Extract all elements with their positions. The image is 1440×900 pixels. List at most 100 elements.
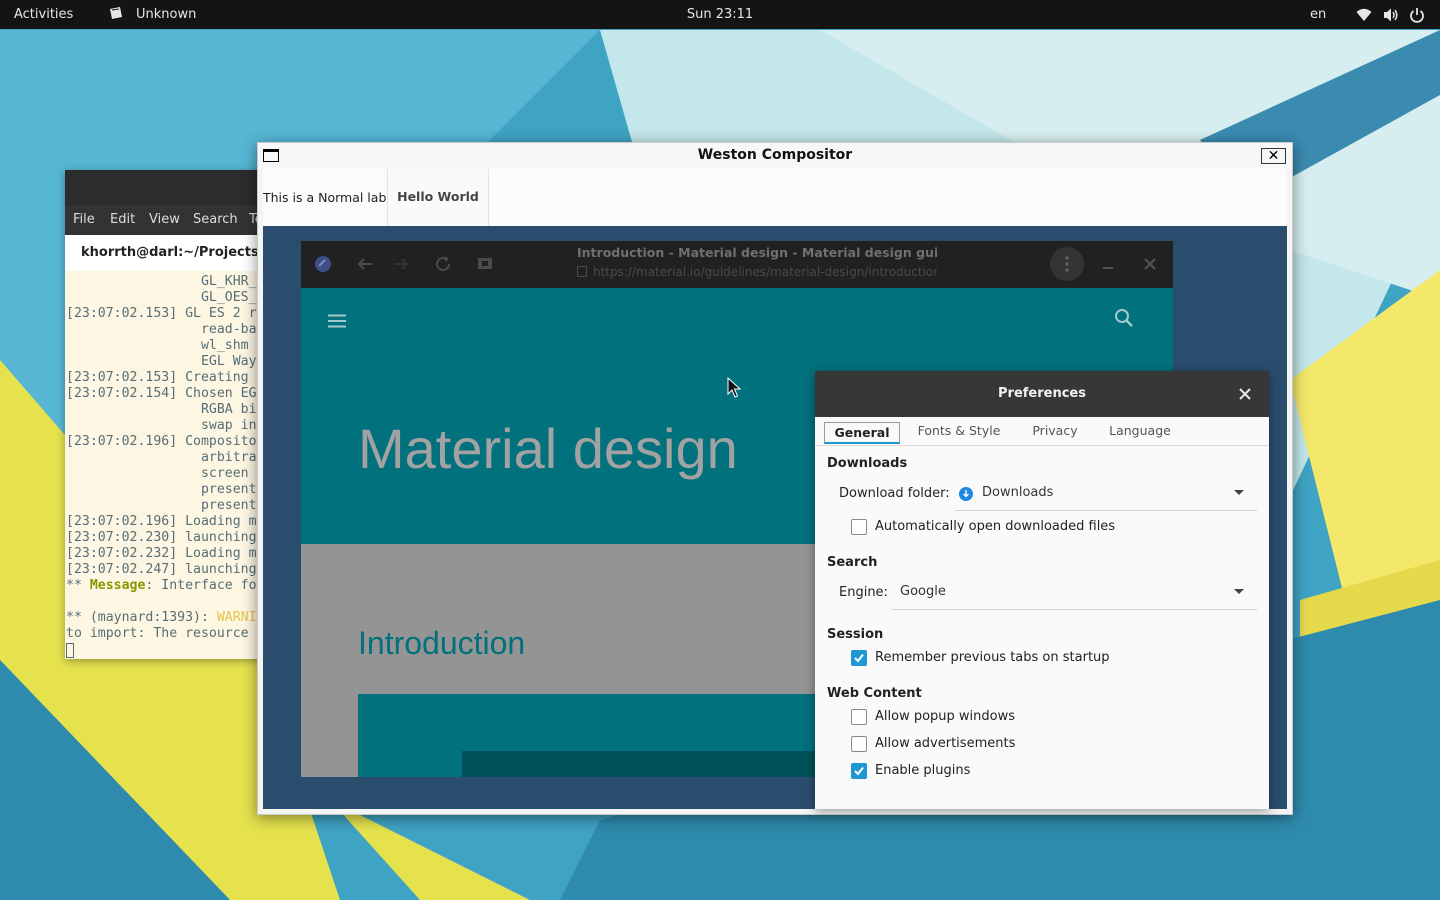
page-hero-title: Material design	[358, 417, 738, 480]
terminal-tab[interactable]: khorrth@darl:~/Projects/mi	[65, 235, 265, 271]
menu-view[interactable]: View	[149, 205, 180, 235]
bookmark-icon[interactable]	[476, 255, 494, 273]
hamburger-menu-icon[interactable]	[327, 314, 347, 328]
enable-plugins-checkbox[interactable]	[851, 763, 867, 779]
weston-toolbar: This is a Normal label Hello World	[263, 169, 1287, 226]
menu-edit[interactable]: Edit	[110, 205, 135, 235]
terminal-line: GL_OES_te	[66, 290, 265, 305]
terminal-line: swap inte	[66, 418, 265, 433]
app-menu-button[interactable]: Unknown	[136, 0, 196, 29]
browser-url[interactable]: https://material.io/guidelines/material-…	[577, 265, 937, 279]
download-folder-icon	[959, 487, 973, 501]
minimize-icon[interactable]	[1099, 255, 1117, 273]
download-folder-combo[interactable]: Downloads	[955, 477, 1257, 511]
session-heading: Session	[827, 627, 884, 642]
chevron-down-icon	[1234, 490, 1244, 495]
warning-keyword: WARNI	[216, 610, 257, 625]
terminal-line: [23:07:02.247] launching	[66, 562, 257, 577]
kebab-menu-icon	[1065, 256, 1069, 272]
auto-open-checkbox[interactable]	[851, 519, 867, 535]
forward-icon[interactable]	[392, 255, 410, 273]
terminal-window[interactable]: File Edit View Search Te khorrth@darl:~/…	[65, 170, 265, 659]
terminal-line: RGBA bits	[66, 402, 265, 417]
terminal-line: read-back	[66, 322, 265, 337]
preferences-tabs: General Fonts & Style Privacy Language	[815, 417, 1269, 446]
terminal-cursor	[66, 643, 74, 658]
clock-button[interactable]: Sun 23:11	[687, 7, 753, 22]
tab-fonts-style[interactable]: Fonts & Style	[913, 417, 1005, 444]
terminal-line: [23:07:02.196] Composito	[66, 434, 257, 449]
activities-button[interactable]: Activities	[14, 0, 73, 29]
weston-title: Weston Compositor	[697, 147, 853, 163]
terminal-line: [23:07:02.232] Loading m	[66, 546, 257, 561]
message-text: : Interface fo	[145, 578, 257, 593]
terminal-line: EGL Wayla	[66, 354, 265, 369]
allow-popups-label: Allow popup windows	[875, 709, 1016, 724]
message-prefix: **	[66, 578, 90, 593]
chevron-down-icon	[1234, 589, 1244, 594]
weston-titlebar[interactable]: Weston Compositor ✕	[258, 143, 1292, 169]
tab-general[interactable]: General	[824, 422, 900, 444]
download-folder-label: Download folder:	[839, 486, 950, 501]
terminal-line: [23:07:02.196] Loading m	[66, 514, 257, 529]
close-icon[interactable]	[1141, 255, 1159, 273]
volume-icon[interactable]	[1383, 7, 1399, 23]
terminal-line: wl_shm su	[66, 338, 265, 353]
clock-container: Sun 23:11	[0, 0, 1440, 29]
lock-icon	[577, 266, 587, 277]
browser-url-text: https://material.io/guidelines/material-…	[593, 265, 937, 279]
wifi-icon[interactable]	[1356, 7, 1372, 23]
mouse-pointer-icon	[727, 377, 741, 398]
web-content-heading: Web Content	[827, 686, 922, 701]
top-panel: Activities Unknown Sun 23:11 en	[0, 0, 1440, 29]
remember-tabs-label: Remember previous tabs on startup	[875, 650, 1110, 665]
terminal-line: [23:07:02.230] launching	[66, 530, 257, 545]
warning-prefix: ** (maynard:1393):	[66, 610, 217, 625]
search-engine-combo[interactable]: Google	[892, 576, 1257, 610]
browser-menu-button[interactable]	[1050, 247, 1084, 281]
terminal-line: GL_KHR_co	[66, 274, 265, 289]
terminal-titlebar[interactable]	[65, 170, 265, 205]
power-icon[interactable]	[1409, 7, 1425, 23]
language-indicator[interactable]: en	[1310, 0, 1326, 29]
terminal-line: presentat	[66, 482, 265, 497]
search-heading: Search	[827, 555, 878, 570]
terminal-line: [23:07:02.153] Creating	[66, 370, 249, 385]
app-menu-icon	[110, 7, 122, 19]
menu-file[interactable]: File	[73, 205, 95, 235]
menu-search[interactable]: Search	[193, 205, 238, 235]
remember-tabs-checkbox[interactable]	[851, 650, 867, 666]
close-icon[interactable]	[1237, 386, 1253, 402]
terminal-tab-title: khorrth@darl:~/Projects/mi	[81, 245, 265, 260]
allow-ads-checkbox[interactable]	[851, 736, 867, 752]
tab-privacy[interactable]: Privacy	[1027, 417, 1083, 444]
terminal-output[interactable]: GL_KHR_co GL_OES_te [23:07:02.153] GL ES…	[66, 274, 265, 658]
browser-headerbar[interactable]: Introduction - Material design - Materia…	[301, 241, 1173, 288]
terminal-line: screen ca	[66, 466, 265, 481]
close-button[interactable]: ✕	[1261, 148, 1286, 164]
engine-label: Engine:	[839, 585, 888, 600]
hello-world-button[interactable]: Hello World	[387, 169, 489, 226]
terminal-line: to import: The resource	[66, 626, 249, 641]
terminal-warning-line: ** (maynard:1393): WARNI	[66, 610, 265, 626]
reload-icon[interactable]	[434, 255, 452, 273]
terminal-line: arbitrary	[66, 450, 265, 465]
browser-logo-icon	[315, 256, 331, 272]
preferences-headerbar[interactable]: Preferences	[815, 371, 1269, 417]
preferences-dialog[interactable]: Preferences General Fonts & Style Privac…	[815, 371, 1269, 809]
tab-language[interactable]: Language	[1105, 417, 1175, 444]
normal-label: This is a Normal label	[263, 190, 398, 205]
search-icon[interactable]	[1114, 308, 1134, 328]
back-icon[interactable]	[356, 255, 374, 273]
section-heading: Introduction	[358, 625, 526, 661]
terminal-menubar: File Edit View Search Te	[65, 205, 265, 235]
terminal-line: presentat	[66, 498, 265, 513]
browser-page-title: Introduction - Material design - Materia…	[577, 245, 937, 260]
search-engine-value: Google	[900, 584, 946, 599]
allow-ads-label: Allow advertisements	[875, 736, 1016, 751]
allow-popups-checkbox[interactable]	[851, 709, 867, 725]
terminal-message-line: ** Message: Interface fo	[66, 578, 265, 594]
download-folder-value: Downloads	[982, 485, 1054, 500]
terminal-line: [23:07:02.153] GL ES 2 r	[66, 306, 257, 321]
